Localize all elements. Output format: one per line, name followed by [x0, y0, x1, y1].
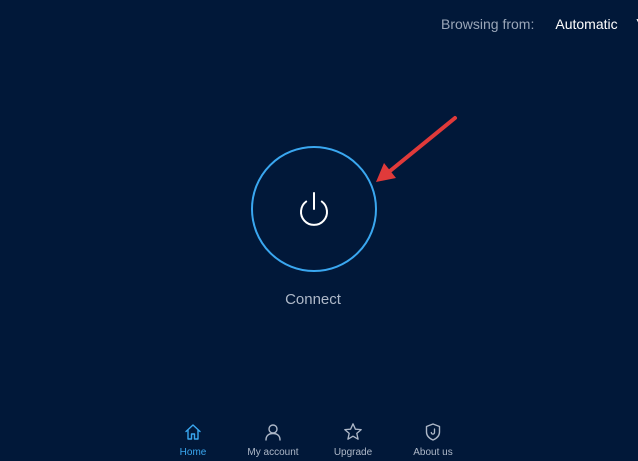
power-icon — [300, 192, 328, 226]
nav-about-us[interactable]: About us — [398, 420, 468, 461]
browsing-from-label: Browsing from: — [441, 16, 535, 32]
location-select[interactable]: Automatic — [555, 16, 617, 32]
nav-my-account-label: My account — [247, 447, 299, 458]
user-icon — [265, 424, 281, 441]
shield-icon — [425, 423, 441, 441]
nav-home-label: Home — [179, 447, 207, 458]
nav-upgrade-label: Upgrade — [333, 447, 373, 458]
connect-button[interactable] — [251, 146, 377, 272]
nav-home[interactable]: Home — [158, 420, 228, 461]
bottom-nav: Home My account Upgrade About us — [0, 420, 638, 461]
chevron-down-icon[interactable]: ▼ — [634, 15, 638, 29]
connect-label: Connect — [285, 291, 341, 308]
nav-upgrade[interactable]: Upgrade — [318, 420, 388, 461]
star-icon — [344, 423, 362, 440]
app-window: Browsing from: Automatic ▼ Connect Home … — [0, 0, 638, 461]
nav-my-account[interactable]: My account — [238, 420, 308, 461]
browsing-from: Browsing from: Automatic — [441, 14, 618, 34]
home-icon — [185, 424, 201, 440]
nav-about-us-label: About us — [413, 447, 453, 458]
